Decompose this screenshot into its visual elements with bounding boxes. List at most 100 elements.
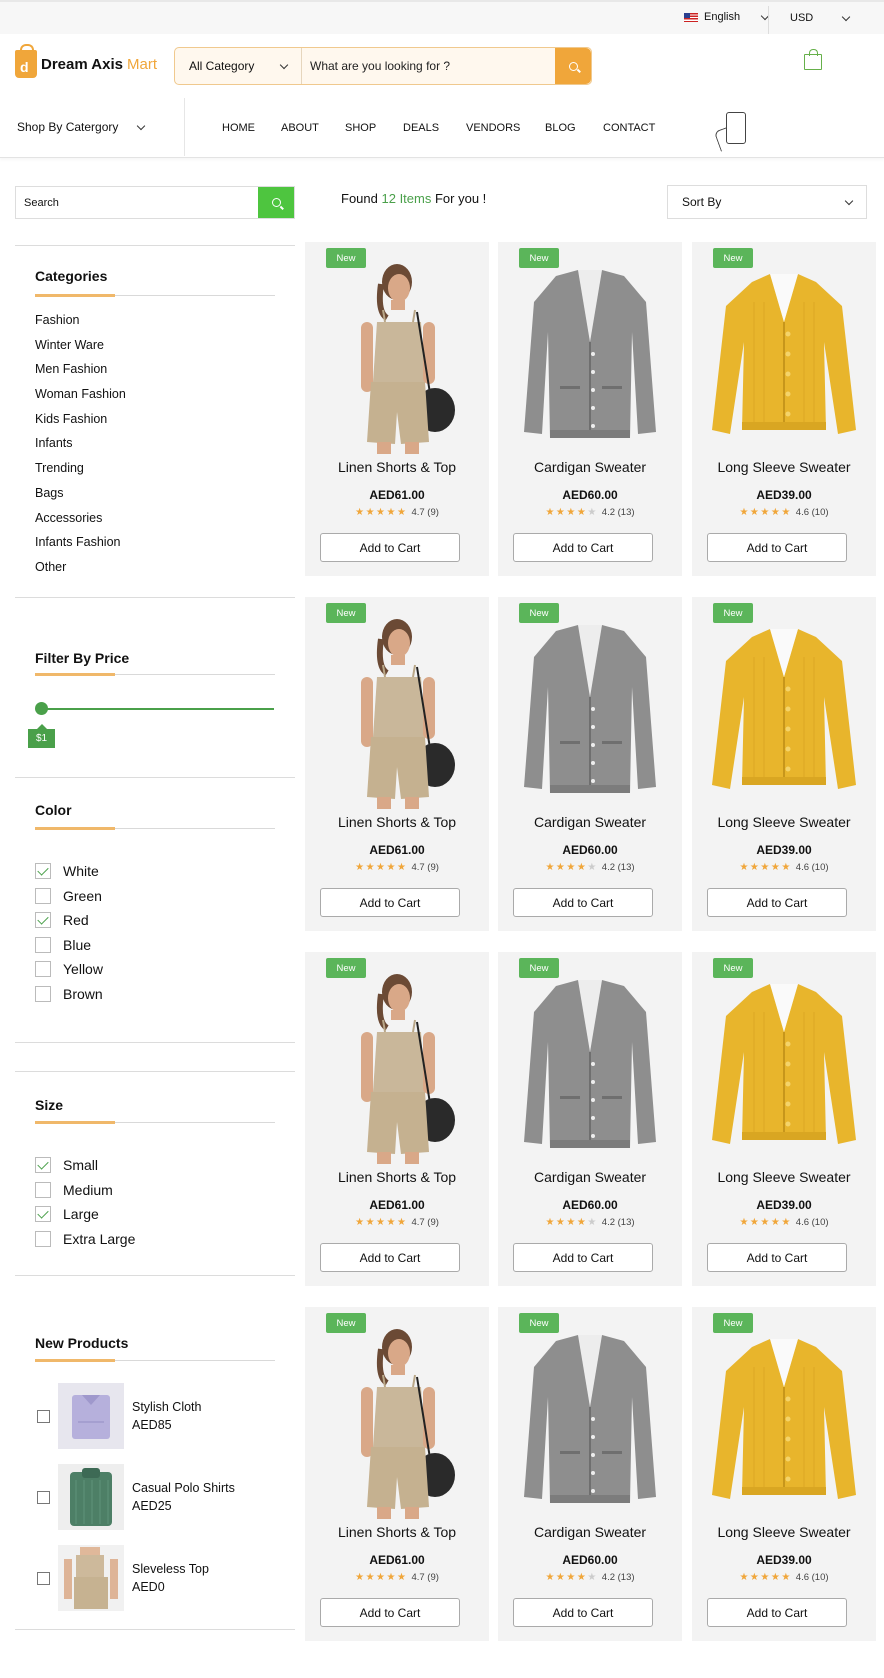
checkbox[interactable] [35,863,51,880]
color-option[interactable]: Blue [35,933,103,958]
add-to-cart-button[interactable]: Add to Cart [513,1598,653,1627]
product-card[interactable]: New Long Sleeve Sweater AED39.00 ★★★★★ 4.6 (… [692,597,876,931]
product-name[interactable]: Long Sleeve Sweater [692,814,876,830]
checkbox[interactable] [35,1181,51,1198]
checkbox[interactable] [35,912,51,929]
product-card[interactable]: New Long Sleeve Sweater AED39.00 ★★★★★ 4.6 (… [692,952,876,1286]
product-name[interactable]: Long Sleeve Sweater [692,1524,876,1540]
checkbox[interactable] [35,1230,51,1247]
checkbox[interactable] [35,961,51,978]
checkbox[interactable] [35,887,51,904]
size-option[interactable]: Extra Large [35,1227,135,1252]
category-item[interactable]: Fashion [35,310,126,335]
color-option[interactable]: White [35,859,103,884]
product-image[interactable] [510,617,670,809]
add-to-cart-button[interactable]: Add to Cart [513,1243,653,1272]
nav-blog[interactable]: BLOG [545,122,603,134]
category-item[interactable]: Other [35,557,126,582]
product-image[interactable] [704,617,864,809]
product-image[interactable] [510,1327,670,1519]
product-card[interactable]: New Cardigan Sweater AED60.00 ★★★★★ 4.2 (13)… [498,597,682,931]
size-option[interactable]: Large [35,1202,135,1227]
category-item[interactable]: Accessories [35,508,126,533]
sort-dropdown[interactable]: Sort By [667,185,867,219]
nav-contact[interactable]: CONTACT [603,122,655,134]
nav-shop[interactable]: SHOP [345,122,403,134]
size-option[interactable]: Medium [35,1178,135,1203]
sidebar-search-button[interactable] [258,187,294,218]
product-image[interactable] [704,972,864,1164]
product-name[interactable]: Cardigan Sweater [498,1524,682,1540]
category-item[interactable]: Trending [35,458,126,483]
product-card[interactable]: New Long Sleeve Sweater AED39.00 ★★★★★ 4.6 (… [692,1307,876,1641]
product-image[interactable] [317,972,477,1164]
product-name[interactable]: Linen Shorts & Top [305,459,489,475]
logo[interactable]: Dream Axis Mart [15,44,157,78]
product-card[interactable]: New Linen Shorts & Top AED61.00 ★★★★★ 4.7 (9… [305,952,489,1286]
category-item[interactable]: Winter Ware [35,335,126,360]
product-name[interactable]: Cardigan Sweater [498,1169,682,1185]
language-selector[interactable]: English [684,11,770,23]
new-product-item[interactable]: Casual Polo Shirts AED25 [37,1464,235,1530]
checkbox[interactable] [35,985,51,1002]
cart-icon[interactable] [804,49,822,70]
add-to-cart-button[interactable]: Add to Cart [320,533,460,562]
sidebar-search-input[interactable]: Search [16,187,258,218]
product-image[interactable] [510,972,670,1164]
product-card[interactable]: New Linen Shorts & Top AED61.00 ★★★★★ 4.7 (9… [305,242,489,576]
add-to-cart-button[interactable]: Add to Cart [320,888,460,917]
product-image[interactable] [704,1327,864,1519]
nav-vendors[interactable]: VENDORS [466,122,545,134]
product-name[interactable]: Linen Shorts & Top [305,1524,489,1540]
checkbox[interactable] [35,1206,51,1223]
price-slider-track[interactable] [40,708,274,710]
add-to-cart-button[interactable]: Add to Cart [320,1243,460,1272]
color-option[interactable]: Brown [35,982,103,1007]
product-name[interactable]: Long Sleeve Sweater [692,459,876,475]
shop-by-category-dropdown[interactable]: Shop By Catergory [17,120,146,134]
color-option[interactable]: Red [35,908,103,933]
category-item[interactable]: Bags [35,483,126,508]
add-to-cart-button[interactable]: Add to Cart [513,533,653,562]
product-card[interactable]: New Cardigan Sweater AED60.00 ★★★★★ 4.2 (13)… [498,242,682,576]
category-item[interactable]: Kids Fashion [35,409,126,434]
product-name[interactable]: Cardigan Sweater [498,814,682,830]
add-to-cart-button[interactable]: Add to Cart [707,888,847,917]
product-image[interactable] [317,262,477,454]
checkbox[interactable] [37,1571,50,1585]
size-option[interactable]: Small [35,1153,135,1178]
category-select[interactable]: All Category [175,48,302,84]
product-name[interactable]: Linen Shorts & Top [305,814,489,830]
color-option[interactable]: Green [35,884,103,909]
nav-deals[interactable]: DEALS [403,122,466,134]
category-item[interactable]: Infants Fashion [35,532,126,557]
add-to-cart-button[interactable]: Add to Cart [513,888,653,917]
add-to-cart-button[interactable]: Add to Cart [320,1598,460,1627]
new-product-item[interactable]: Stylish Cloth AED85 [37,1383,201,1449]
search-button[interactable] [555,48,591,84]
product-card[interactable]: New Cardigan Sweater AED60.00 ★★★★★ 4.2 (13)… [498,1307,682,1641]
add-to-cart-button[interactable]: Add to Cart [707,1598,847,1627]
search-input[interactable]: What are you looking for ? [302,48,555,84]
nav-home[interactable]: HOME [222,122,281,134]
checkbox[interactable] [37,1409,50,1423]
product-image[interactable] [317,1327,477,1519]
currency-selector[interactable]: USD [790,12,851,24]
add-to-cart-button[interactable]: Add to Cart [707,533,847,562]
color-option[interactable]: Yellow [35,957,103,982]
price-slider-handle[interactable] [35,702,48,715]
checkbox[interactable] [37,1490,50,1504]
product-name[interactable]: Linen Shorts & Top [305,1169,489,1185]
product-image[interactable] [510,262,670,454]
product-name[interactable]: Cardigan Sweater [498,459,682,475]
checkbox[interactable] [35,1157,51,1174]
product-card[interactable]: New Linen Shorts & Top AED61.00 ★★★★★ 4.7 (9… [305,1307,489,1641]
category-item[interactable]: Woman Fashion [35,384,126,409]
new-product-item[interactable]: Sleveless Top AED0 [37,1545,209,1611]
product-card[interactable]: New Linen Shorts & Top AED61.00 ★★★★★ 4.7 (9… [305,597,489,931]
product-card[interactable]: New Long Sleeve Sweater AED39.00 ★★★★★ 4.6 (… [692,242,876,576]
category-item[interactable]: Men Fashion [35,359,126,384]
nav-about[interactable]: ABOUT [281,122,345,134]
checkbox[interactable] [35,936,51,953]
category-item[interactable]: Infants [35,433,126,458]
